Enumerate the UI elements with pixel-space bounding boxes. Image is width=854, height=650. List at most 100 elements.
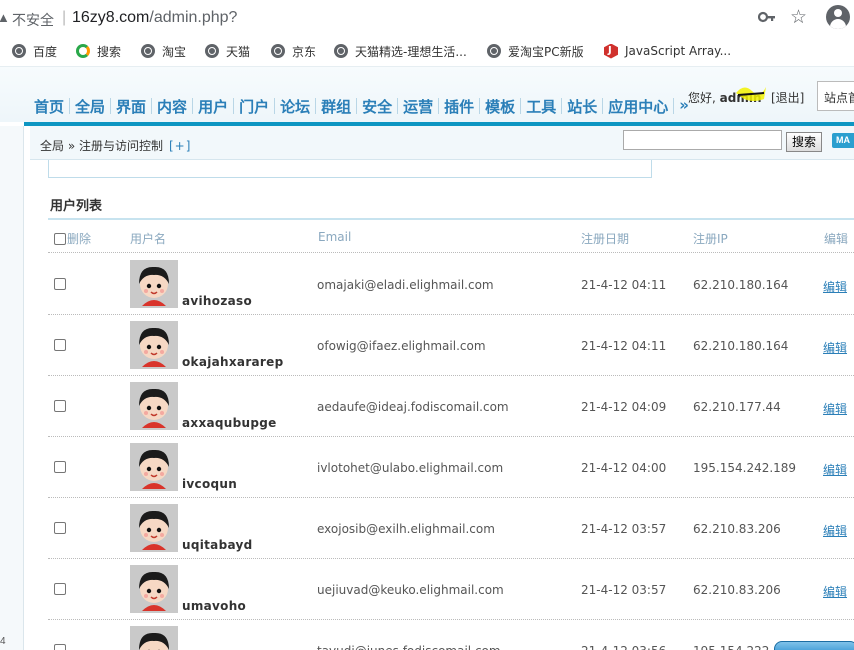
previous-panel [48, 160, 652, 178]
nav-interface[interactable]: 界面 [115, 96, 147, 117]
url-field[interactable]: 16zy8.com/admin.php? [72, 9, 237, 27]
breadcrumb-path: 全局 » 注册与访问控制 [40, 139, 163, 153]
row-edit-link[interactable]: 编辑 [823, 522, 847, 539]
row-checkbox[interactable] [54, 278, 66, 290]
main-nav: 首页 全局 界面 内容 用户 门户 论坛 群组 安全 运营 插件 模板 工具 站… [33, 96, 690, 117]
nav-operations[interactable]: 运营 [402, 96, 434, 117]
nav-divider [356, 98, 358, 114]
row-reg-date: 21-4-12 04:11 [581, 278, 667, 292]
row-reg-ip: 62.210.180.164 [693, 339, 789, 353]
row-username[interactable]: avihozaso [182, 294, 252, 308]
row-checkbox[interactable] [54, 400, 66, 412]
header-username: 用户名 [130, 232, 167, 246]
search-button[interactable]: 搜索 [786, 132, 822, 152]
nav-tools[interactable]: 工具 [525, 96, 557, 117]
row-username[interactable]: okajahxararep [182, 355, 283, 369]
select-all-checkbox[interactable] [54, 233, 66, 245]
table-row: umavoho uejiuvad@keuko.elighmail.com 21-4-… [48, 559, 854, 620]
row-edit-link[interactable]: 编辑 [823, 461, 847, 478]
table-row: tavudi@iunes.fodiscomail.com 21-4-12 03:5… [48, 620, 854, 650]
bookmark-aitaobao[interactable]: 爱淘宝PC新版 [487, 42, 584, 60]
row-reg-ip: 62.210.83.206 [693, 583, 781, 597]
bookmarks-bar: 百度 搜索 淘宝 天猫 京东 天猫精选-理想生活... 爱淘宝PC新版 J Jav… [0, 36, 854, 66]
nav-content[interactable]: 内容 [156, 96, 188, 117]
breadcrumb-bar: 全局 » 注册与访问控制 [+] 搜索 MA [30, 126, 854, 160]
row-checkbox[interactable] [54, 339, 66, 351]
user-avatar[interactable] [130, 626, 178, 650]
nav-groups[interactable]: 群组 [320, 96, 352, 117]
row-email: tavudi@iunes.fodiscomail.com [317, 644, 501, 650]
nav-divider [110, 98, 112, 114]
nav-divider [602, 98, 604, 114]
nav-users[interactable]: 用户 [197, 96, 229, 117]
add-shortcut-link[interactable]: [+] [169, 139, 191, 153]
insecure-label[interactable]: 不安全 [12, 10, 54, 30]
row-edit-link[interactable]: 编辑 [823, 400, 847, 417]
globe-icon [487, 44, 501, 58]
user-avatar[interactable] [130, 260, 178, 308]
nav-forum[interactable]: 论坛 [279, 96, 311, 117]
bookmark-star-icon[interactable]: ☆ [790, 6, 807, 29]
bookmark-javascript-array[interactable]: J JavaScript Array... [604, 42, 731, 60]
bookmark-taobao[interactable]: 淘宝 [141, 42, 186, 60]
header-delete-label: 删除 [67, 232, 92, 246]
nav-home[interactable]: 首页 [33, 96, 65, 117]
user-avatar[interactable] [130, 382, 178, 430]
nav-plugins[interactable]: 插件 [443, 96, 475, 117]
user-avatar[interactable] [130, 321, 178, 369]
row-username[interactable]: axxaqubupge [182, 416, 277, 430]
warning-icon[interactable]: ▲ [0, 10, 10, 25]
nav-divider [69, 98, 71, 114]
row-reg-ip: 62.210.83.206 [693, 522, 781, 536]
row-edit-link[interactable]: 编辑 [823, 339, 847, 356]
row-edit-link[interactable]: 编辑 [823, 278, 847, 295]
nav-security[interactable]: 安全 [361, 96, 393, 117]
bookmark-label: 天猫精选-理想生活... [355, 44, 467, 59]
profile-avatar-icon[interactable] [826, 5, 850, 29]
row-username[interactable]: uqitabayd [182, 538, 253, 552]
row-email: ofowig@ifaez.elighmail.com [317, 339, 486, 353]
globe-icon [271, 44, 285, 58]
user-avatar[interactable] [130, 565, 178, 613]
bookmark-label: 天猫 [226, 44, 251, 59]
row-checkbox[interactable] [54, 461, 66, 473]
nav-divider [479, 98, 481, 114]
nav-templates[interactable]: 模板 [484, 96, 516, 117]
admin-header: 首页 全局 界面 内容 用户 门户 论坛 群组 安全 运营 插件 模板 工具 站… [0, 66, 854, 122]
user-avatar[interactable] [130, 443, 178, 491]
row-reg-date: 21-4-12 03:56 [581, 644, 666, 650]
map-button[interactable]: MA [832, 133, 854, 148]
nav-divider [233, 98, 235, 114]
floating-button[interactable] [774, 641, 854, 650]
logout-link[interactable]: [退出] [771, 89, 804, 106]
key-icon[interactable] [758, 9, 776, 25]
nav-portal[interactable]: 门户 [238, 96, 270, 117]
user-avatar[interactable] [130, 504, 178, 552]
bookmark-label: 京东 [292, 44, 317, 59]
nav-global[interactable]: 全局 [74, 96, 106, 117]
bookmark-tmall[interactable]: 天猫 [205, 42, 250, 60]
nav-divider [274, 98, 276, 114]
row-username[interactable]: umavoho [182, 599, 246, 613]
nav-app-center[interactable]: 应用中心 [607, 96, 669, 117]
row-edit-link[interactable]: 编辑 [823, 583, 847, 600]
header-reg-date: 注册日期 [581, 232, 630, 246]
row-checkbox[interactable] [54, 522, 66, 534]
table-row: axxaqubupge aedaufe@ideaj.fodiscomail.com… [48, 376, 854, 437]
row-checkbox[interactable] [54, 644, 66, 650]
row-username[interactable]: ivcoqun [182, 477, 237, 491]
nav-webmaster[interactable]: 站长 [566, 96, 598, 117]
table-row: uqitabayd exojosib@exilh.elighmail.com 21-… [48, 498, 854, 559]
header-delete: 删除 [54, 230, 91, 247]
admin-search-input[interactable] [623, 130, 782, 150]
globe-icon [141, 44, 155, 58]
bookmark-search[interactable]: 搜索 [76, 42, 121, 60]
row-reg-date: 21-4-12 04:09 [581, 400, 667, 414]
globe-icon [205, 44, 219, 58]
row-checkbox[interactable] [54, 583, 66, 595]
site-home-button[interactable]: 站点首页 [817, 81, 854, 111]
row-email: aedaufe@ideaj.fodiscomail.com [317, 400, 509, 414]
bookmark-baidu[interactable]: 百度 [12, 42, 57, 60]
bookmark-tmall-select[interactable]: 天猫精选-理想生活... [334, 42, 467, 60]
bookmark-jd[interactable]: 京东 [271, 42, 316, 60]
